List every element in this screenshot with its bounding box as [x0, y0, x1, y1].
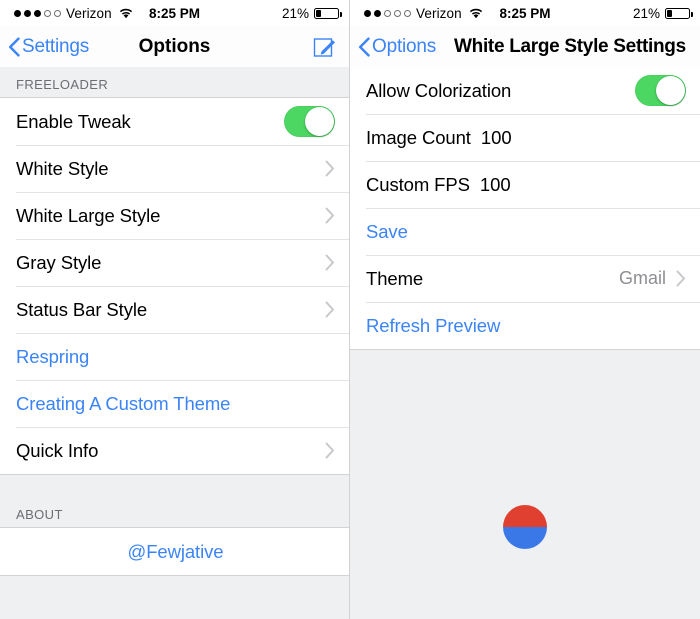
row-accessory — [325, 301, 335, 318]
row-fewjative[interactable]: @Fewjative — [0, 528, 349, 575]
row-label: Enable Tweak — [16, 110, 131, 132]
row-accessory — [284, 106, 335, 137]
row-white-style[interactable]: White Style — [0, 145, 349, 192]
row-accessory — [635, 75, 686, 106]
left-table-view[interactable]: FREELOADER Enable Tweak White Style Whit… — [0, 67, 349, 619]
row-theme[interactable]: Theme Gmail — [350, 255, 700, 302]
row-status-bar-style[interactable]: Status Bar Style — [0, 286, 349, 333]
row-accessory — [325, 160, 335, 177]
enable-tweak-switch[interactable] — [284, 106, 335, 137]
allow-colorization-switch[interactable] — [635, 75, 686, 106]
row-refresh-preview[interactable]: Refresh Preview — [350, 302, 700, 349]
image-count-value[interactable]: 100 — [481, 127, 512, 149]
row-label: Refresh Preview — [366, 314, 501, 336]
row-image-count[interactable]: Image Count 100 — [350, 114, 700, 161]
row-quick-info[interactable]: Quick Info — [0, 427, 349, 474]
row-respring[interactable]: Respring — [0, 333, 349, 380]
row-label: White Style — [16, 157, 109, 179]
row-label: Allow Colorization — [366, 79, 512, 101]
row-custom-fps[interactable]: Custom FPS 100 — [350, 161, 700, 208]
battery-icon — [665, 7, 693, 19]
chevron-right-icon — [325, 301, 335, 318]
theme-value: Gmail — [618, 268, 666, 288]
left-screen: Verizon 8:25 PM 21% Settings Options FRE… — [0, 0, 350, 619]
row-accessory — [325, 254, 335, 271]
left-status-bar: Verizon 8:25 PM 21% — [0, 0, 349, 26]
section-gap — [0, 475, 349, 497]
chevron-right-icon — [325, 207, 335, 224]
row-label: Gray Style — [16, 251, 102, 273]
row-gray-style[interactable]: Gray Style — [0, 239, 349, 286]
row-enable-tweak[interactable]: Enable Tweak — [0, 98, 349, 145]
row-accessory — [325, 442, 335, 459]
section-header-freeloader: FREELOADER — [0, 67, 349, 97]
row-accessory: Gmail — [619, 268, 686, 289]
custom-fps-value[interactable]: 100 — [480, 174, 511, 196]
row-accessory — [325, 207, 335, 224]
row-creating-a-custom-theme[interactable]: Creating A Custom Theme — [0, 380, 349, 427]
right-nav-bar: Options White Large Style Settings — [350, 26, 700, 68]
row-label: Quick Info — [16, 439, 99, 461]
back-button-options[interactable]: Options — [358, 36, 436, 58]
chevron-left-icon — [358, 36, 370, 57]
right-status-right: 21% — [632, 5, 693, 21]
dual-screenshot-container: Verizon 8:25 PM 21% Settings Options FRE… — [0, 0, 700, 619]
left-nav-bar: Settings Options — [0, 26, 349, 68]
row-allow-colorization[interactable]: Allow Colorization — [350, 67, 700, 114]
section-header-about: ABOUT — [0, 497, 349, 527]
row-label: Image Count — [366, 126, 471, 148]
right-status-bar: Verizon 8:25 PM 21% — [350, 0, 700, 26]
battery-icon — [314, 7, 342, 19]
group-white-large-style: Allow Colorization Image Count 100 Custo… — [350, 67, 700, 350]
battery-percent-label: 21% — [281, 5, 309, 21]
right-table-view[interactable]: Allow Colorization Image Count 100 Custo… — [350, 67, 700, 619]
chevron-right-icon — [325, 254, 335, 271]
battery-percent-label: 21% — [632, 5, 660, 21]
group-about: @Fewjative — [0, 527, 349, 576]
left-status-right: 21% — [281, 5, 342, 21]
row-label: @Fewjative — [127, 540, 224, 562]
compose-icon[interactable] — [313, 35, 337, 59]
chevron-right-icon — [325, 160, 335, 177]
group-freeloader: Enable Tweak White Style White Large Sty… — [0, 97, 349, 475]
right-screen: Verizon 8:25 PM 21% Options White Large — [350, 0, 700, 619]
back-button-label: Options — [372, 35, 437, 57]
page-title: White Large Style Settings — [454, 35, 686, 57]
row-label: Creating A Custom Theme — [16, 392, 231, 414]
row-label: Custom FPS — [366, 173, 470, 195]
page-title: Options — [138, 35, 211, 57]
row-label: White Large Style — [16, 204, 161, 226]
row-white-large-style[interactable]: White Large Style — [0, 192, 349, 239]
chevron-right-icon — [676, 270, 686, 287]
chevron-right-icon — [325, 442, 335, 459]
row-label: Save — [366, 220, 408, 242]
row-save[interactable]: Save — [350, 208, 700, 255]
row-label: Theme — [366, 267, 424, 289]
row-label: Status Bar Style — [16, 298, 148, 320]
theme-preview-circle — [503, 505, 547, 549]
row-label: Respring — [16, 345, 90, 367]
theme-preview-area — [350, 461, 700, 619]
